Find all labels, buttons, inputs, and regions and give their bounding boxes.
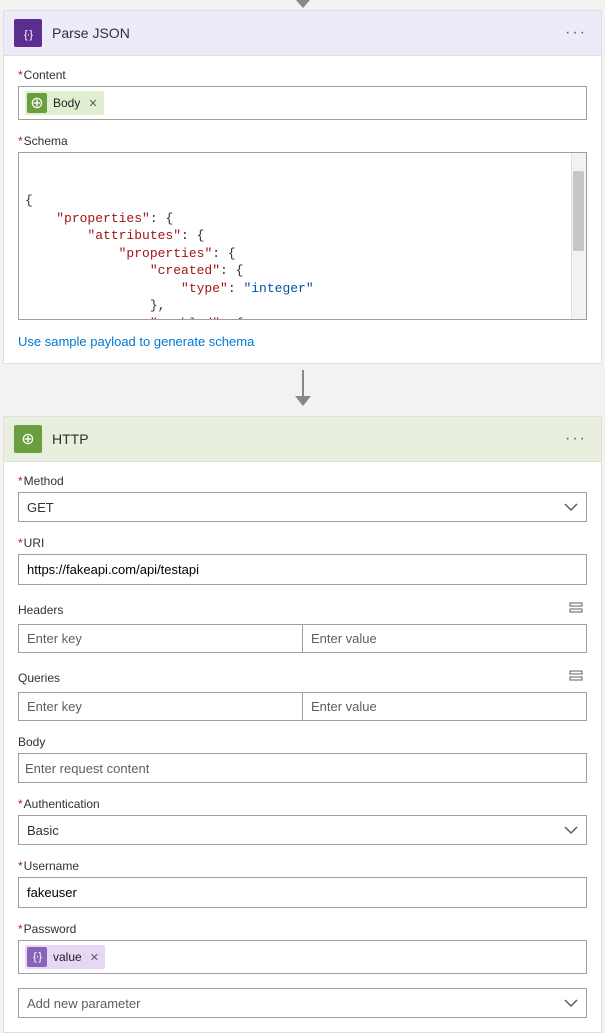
username-input-text[interactable] — [25, 882, 580, 903]
authentication-value: Basic — [27, 823, 59, 838]
method-field: Method GET — [18, 474, 587, 522]
queries-mode-toggle[interactable] — [565, 667, 587, 688]
username-field: Username — [18, 859, 587, 908]
method-label: Method — [18, 474, 587, 488]
text-mode-icon — [569, 669, 583, 683]
password-field: Password value ✕ — [18, 922, 587, 974]
chevron-down-icon — [564, 500, 578, 514]
text-mode-icon — [569, 601, 583, 615]
value-token-label: value — [53, 950, 82, 964]
uri-input-text[interactable] — [25, 559, 580, 580]
method-select[interactable]: GET — [18, 492, 587, 522]
schema-field: Schema { "properties": { "attributes": {… — [18, 134, 587, 320]
globe-icon — [27, 93, 47, 113]
schema-editor[interactable]: { "properties": { "attributes": { "prope… — [18, 152, 587, 320]
schema-scrollbar[interactable] — [571, 153, 586, 319]
content-field: Content Body ✕ — [18, 68, 587, 120]
uri-input[interactable] — [18, 554, 587, 585]
http-title: HTTP — [52, 431, 561, 447]
content-label: Content — [18, 68, 587, 82]
uri-label: URI — [18, 536, 587, 550]
method-value: GET — [27, 500, 54, 515]
body-placeholder: Enter request content — [25, 761, 149, 776]
parse-json-header[interactable]: Parse JSON ··· — [4, 11, 601, 56]
body-label: Body — [18, 735, 587, 749]
authentication-field: Authentication Basic — [18, 797, 587, 845]
body-input[interactable]: Enter request content — [18, 753, 587, 783]
http-card: HTTP ··· Method GET URI Headers — [3, 416, 602, 1033]
parse-json-icon — [14, 19, 42, 47]
use-sample-payload-link[interactable]: Use sample payload to generate schema — [18, 334, 254, 349]
parse-json-card: Parse JSON ··· Content Body ✕ Schema { "… — [3, 10, 602, 364]
password-input[interactable]: value ✕ — [18, 940, 587, 974]
headers-label: Headers — [18, 603, 63, 617]
headers-mode-toggle[interactable] — [565, 599, 587, 620]
schema-label: Schema — [18, 134, 587, 148]
http-header[interactable]: HTTP ··· — [4, 417, 601, 462]
add-parameter-select[interactable]: Add new parameter — [18, 988, 587, 1018]
connector-arrow — [0, 364, 605, 416]
braces-icon — [27, 947, 47, 967]
http-icon — [14, 425, 42, 453]
chevron-down-icon — [564, 996, 578, 1010]
headers-field: Headers Enter key Enter value — [18, 599, 587, 653]
parse-json-menu-button[interactable]: ··· — [561, 24, 591, 42]
connector-stub-top — [296, 0, 310, 8]
add-parameter-placeholder: Add new parameter — [27, 996, 140, 1011]
authentication-select[interactable]: Basic — [18, 815, 587, 845]
parse-json-title: Parse JSON — [52, 25, 561, 41]
authentication-label: Authentication — [18, 797, 587, 811]
body-token[interactable]: Body ✕ — [25, 91, 104, 115]
queries-key-input[interactable]: Enter key — [18, 692, 303, 721]
username-input[interactable] — [18, 877, 587, 908]
http-menu-button[interactable]: ··· — [561, 430, 591, 448]
body-token-remove[interactable]: ✕ — [88, 97, 97, 110]
body-token-label: Body — [53, 96, 80, 110]
queries-row: Enter key Enter value — [18, 692, 587, 721]
value-token-remove[interactable]: ✕ — [90, 951, 99, 964]
body-field: Body Enter request content — [18, 735, 587, 783]
value-token[interactable]: value ✕ — [25, 945, 105, 969]
queries-label: Queries — [18, 671, 60, 685]
headers-row: Enter key Enter value — [18, 624, 587, 653]
chevron-down-icon — [564, 823, 578, 837]
username-label: Username — [18, 859, 587, 873]
headers-key-input[interactable]: Enter key — [18, 624, 303, 653]
uri-field: URI — [18, 536, 587, 585]
password-label: Password — [18, 922, 587, 936]
schema-scrollbar-thumb[interactable] — [573, 171, 584, 251]
queries-value-input[interactable]: Enter value — [303, 692, 587, 721]
content-input[interactable]: Body ✕ — [18, 86, 587, 120]
queries-field: Queries Enter key Enter value — [18, 667, 587, 721]
headers-value-input[interactable]: Enter value — [303, 624, 587, 653]
